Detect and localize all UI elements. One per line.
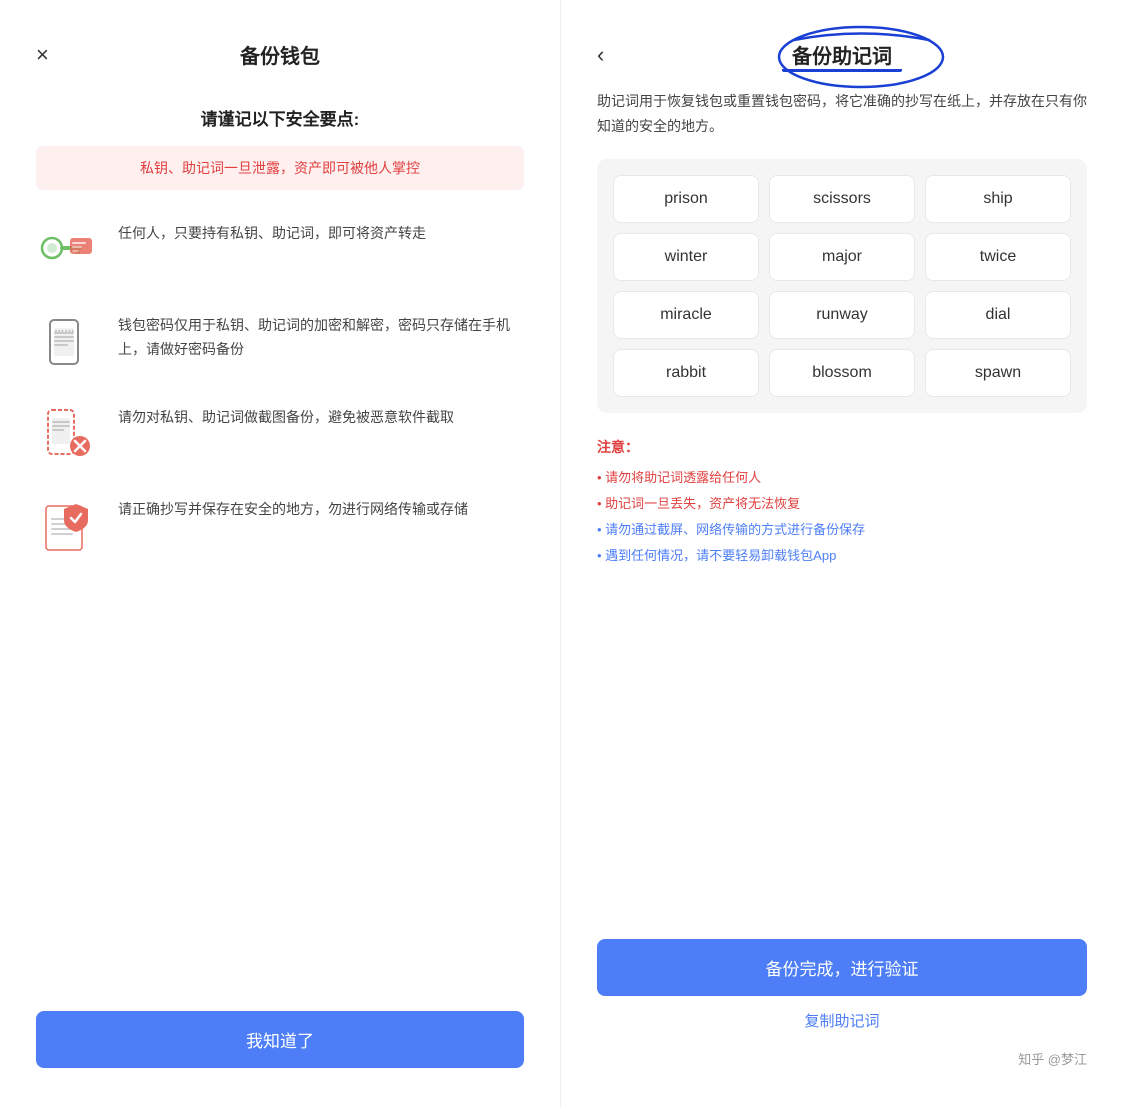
- description-text: 助记词用于恢复钱包或重置钱包密码，将它准确的抄写在纸上，并存放在只有你知道的安全…: [597, 89, 1087, 139]
- mnemonic-word-5: major: [769, 233, 915, 281]
- left-bottom: 我知道了: [36, 1011, 524, 1068]
- document-safe-icon: [36, 494, 100, 558]
- notice-item-3: • 请勿通过截屏、网络传输的方式进行备份保存: [597, 517, 1087, 543]
- feature-item-4: 请正确抄写并保存在安全的地方，勿进行网络传输或存储: [36, 494, 524, 558]
- right-panel: ‹ 备份助记词 助记词用于恢复钱包或重置钱包密码，将它准确的抄写在纸上，并存放在…: [561, 0, 1123, 1108]
- feature-list: 任何人，只要持有私钥、助记词，即可将资产转走 * * * * * * 钱包密码仅…: [36, 218, 524, 971]
- mnemonic-word-8: runway: [769, 291, 915, 339]
- left-header: × 备份钱包: [36, 40, 524, 69]
- warning-banner: 私钥、助记词一旦泄露，资产即可被他人掌控: [36, 146, 524, 190]
- mnemonic-word-1: prison: [613, 175, 759, 223]
- notice-item-2: • 助记词一旦丢失，资产将无法恢复: [597, 491, 1087, 517]
- close-button[interactable]: ×: [36, 44, 49, 66]
- notice-item-4: • 遇到任何情况，请不要轻易卸载钱包App: [597, 543, 1087, 569]
- right-title: 备份助记词: [792, 46, 892, 68]
- mnemonic-word-3: ship: [925, 175, 1071, 223]
- feature-text-4: 请正确抄写并保存在安全的地方，勿进行网络传输或存储: [118, 494, 468, 522]
- feature-item-2: * * * * * * 钱包密码仅用于私钥、助记词的加密和解密，密码只存储在手机…: [36, 310, 524, 374]
- right-header: ‹ 备份助记词: [597, 40, 1087, 69]
- right-bottom: 备份完成，进行验证 复制助记词 知乎 @梦江: [597, 939, 1087, 1068]
- mnemonic-word-6: twice: [925, 233, 1071, 281]
- mnemonic-word-9: dial: [925, 291, 1071, 339]
- feature-item-3: 请勿对私钥、助记词做截图备份，避免被恶意软件截取: [36, 402, 524, 466]
- feature-item-1: 任何人，只要持有私钥、助记词，即可将资产转走: [36, 218, 524, 282]
- watermark: 知乎 @梦江: [597, 1049, 1087, 1068]
- mnemonic-word-7: miracle: [613, 291, 759, 339]
- feature-text-1: 任何人，只要持有私钥、助记词，即可将资产转走: [118, 218, 426, 246]
- phone-lock-icon: * * * * * *: [36, 310, 100, 374]
- verify-button[interactable]: 备份完成，进行验证: [597, 939, 1087, 996]
- mnemonic-word-2: scissors: [769, 175, 915, 223]
- back-button[interactable]: ‹: [597, 44, 604, 66]
- confirm-button[interactable]: 我知道了: [36, 1011, 524, 1068]
- svg-text:* * * * * *: * * * * * *: [55, 330, 74, 336]
- notice-item-1: • 请勿将助记词透露给任何人: [597, 465, 1087, 491]
- mnemonic-grid: prisonscissorsship wintermajortwice miracl…: [597, 159, 1087, 413]
- notice-title: 注意：: [597, 437, 1087, 457]
- copy-mnemonic-link[interactable]: 复制助记词: [597, 1010, 1087, 1031]
- left-panel: × 备份钱包 请谨记以下安全要点: 私钥、助记词一旦泄露，资产即可被他人掌控: [0, 0, 561, 1108]
- mnemonic-word-10: rabbit: [613, 349, 759, 397]
- mnemonic-word-4: winter: [613, 233, 759, 281]
- safety-heading: 请谨记以下安全要点:: [36, 105, 524, 130]
- left-title: 备份钱包: [240, 40, 320, 69]
- phone-screenshot-icon: [36, 402, 100, 466]
- mnemonic-word-11: blossom: [769, 349, 915, 397]
- mnemonic-word-12: spawn: [925, 349, 1071, 397]
- feature-text-2: 钱包密码仅用于私钥、助记词的加密和解密，密码只存储在手机上，请做好密码备份: [118, 310, 524, 362]
- key-wallet-icon: [36, 218, 100, 282]
- feature-text-3: 请勿对私钥、助记词做截图备份，避免被恶意软件截取: [118, 402, 454, 430]
- notice-section: 注意： • 请勿将助记词透露给任何人• 助记词一旦丢失，资产将无法恢复• 请勿通…: [597, 437, 1087, 569]
